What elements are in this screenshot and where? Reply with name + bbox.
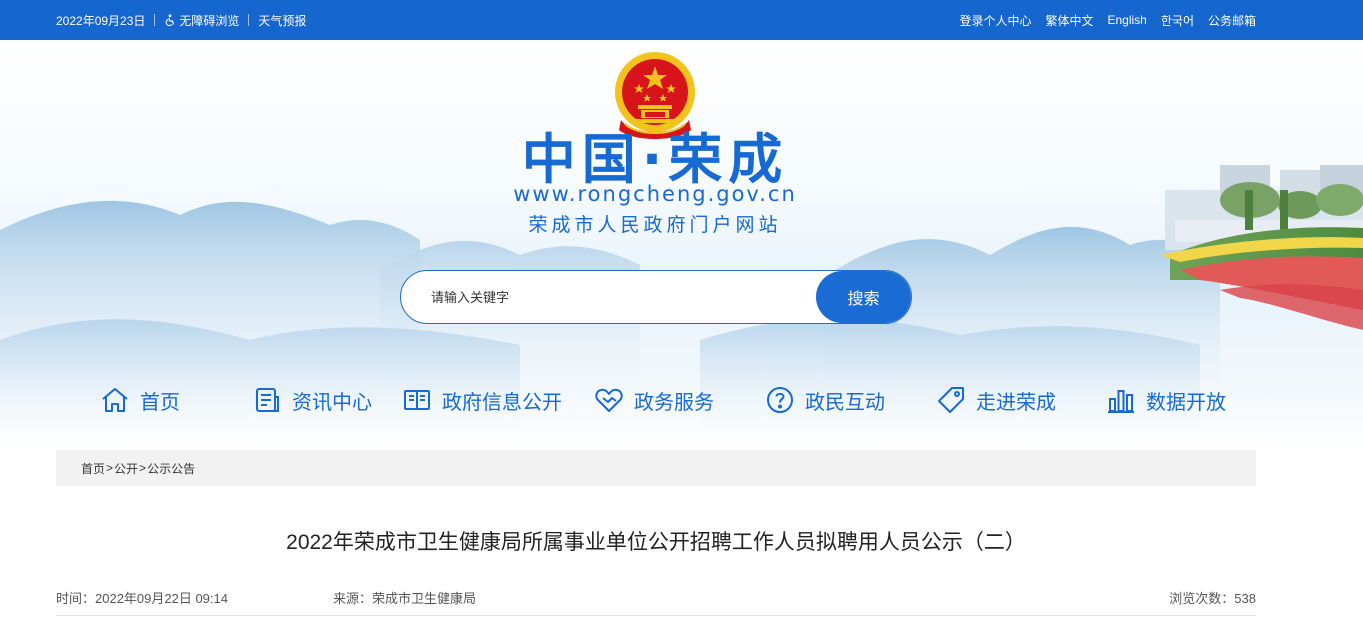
home-icon	[102, 388, 128, 412]
english-link[interactable]: English	[1108, 13, 1147, 27]
divider	[248, 14, 250, 26]
current-date: 2022年09月23日	[56, 13, 146, 28]
nav-item-interaction[interactable]: 政民互动	[765, 375, 885, 425]
breadcrumb-separator: >	[106, 461, 114, 475]
nav-item-gov-info[interactable]: 政府信息公开	[402, 375, 562, 425]
article-source: 来源：荣成市卫生健康局	[333, 591, 477, 606]
view-count: 浏览次数：538	[1169, 591, 1256, 606]
nav-label: 政民互动	[805, 391, 885, 414]
breadcrumb: 首页 > 公开 > 公示公告	[56, 450, 1256, 486]
handshake-icon	[595, 388, 623, 412]
search-bar: 搜索	[400, 270, 912, 324]
header-banner: 中国·荣成 www.rongcheng.gov.cn 荣成市人民政府门户网站 搜…	[0, 40, 1363, 450]
site-url: www.rongcheng.gov.cn	[513, 182, 797, 206]
nav-item-news[interactable]: 资讯中心	[252, 375, 372, 425]
weather-link[interactable]: 天气预报	[258, 12, 306, 29]
top-bar: 2022年09月23日 无障碍浏览 天气预报 登录个人中心 繁体中文 Engli…	[0, 0, 1363, 40]
main-nav: 首页 资讯中心 政府信息公开 政务服务 政民互动 走进荣成 数据开放	[0, 375, 1363, 425]
nav-label: 走进荣成	[976, 391, 1056, 414]
nav-label: 数据开放	[1146, 391, 1226, 414]
question-icon	[767, 387, 793, 413]
accessibility-link[interactable]: 无障碍浏览	[164, 12, 239, 29]
accessibility-label: 无障碍浏览	[179, 13, 240, 28]
nav-label: 首页	[140, 391, 180, 414]
publish-time: 时间：2022年09月22日 09:14	[56, 591, 228, 606]
divider	[56, 615, 1256, 616]
nav-item-about[interactable]: 走进荣成	[936, 375, 1056, 425]
nav-label: 政府信息公开	[442, 391, 562, 414]
site-subtitle: 荣成市人民政府门户网站	[528, 215, 782, 236]
breadcrumb-home[interactable]: 首页	[81, 460, 105, 477]
divider	[154, 14, 156, 26]
accessibility-icon	[166, 14, 175, 26]
book-icon	[404, 390, 430, 410]
nav-item-open-data[interactable]: 数据开放	[1106, 375, 1226, 425]
article-meta: 时间：2022年09月22日 09:14 来源：荣成市卫生健康局 浏览次数：53…	[56, 588, 1256, 608]
traditional-chinese-link[interactable]: 繁体中文	[1045, 12, 1093, 29]
article-title: 2022年荣成市卫生健康局所属事业单位公开招聘工作人员拟聘用人员公示（二）	[286, 531, 1026, 554]
search-button[interactable]: 搜索	[816, 271, 911, 323]
login-link[interactable]: 登录个人中心	[959, 12, 1031, 29]
tag-icon	[938, 387, 964, 413]
top-bar-left: 2022年09月23日 无障碍浏览 天气预报	[56, 0, 306, 40]
nav-label: 资讯中心	[292, 391, 372, 414]
breadcrumb-open[interactable]: 公开	[114, 460, 138, 477]
nav-label: 政务服务	[634, 391, 714, 414]
official-mail-link[interactable]: 公务邮箱	[1208, 12, 1256, 29]
bar-chart-icon	[1108, 390, 1134, 413]
nav-item-services[interactable]: 政务服务	[594, 375, 714, 425]
breadcrumb-notices[interactable]: 公示公告	[147, 460, 195, 477]
search-input[interactable]	[401, 271, 816, 323]
korean-link[interactable]: 한국어	[1161, 12, 1194, 29]
top-bar-links: 登录个人中心 繁体中文 English 한국어 公务邮箱	[959, 0, 1256, 40]
document-icon	[256, 388, 279, 412]
breadcrumb-separator: >	[139, 461, 147, 475]
nav-item-home[interactable]: 首页	[100, 375, 180, 425]
